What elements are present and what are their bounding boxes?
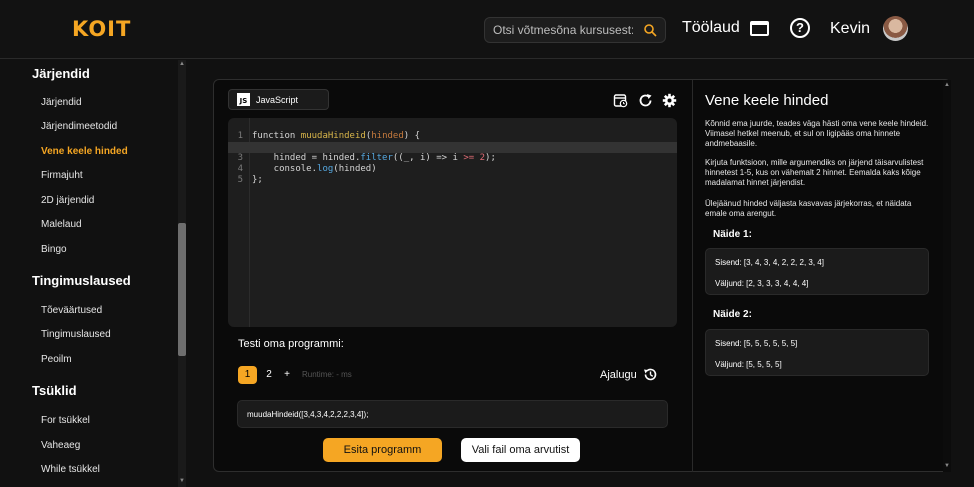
sidebar-item-toevaartused[interactable]: Tõeväärtused	[41, 305, 102, 316]
task-title: Vene keele hinded	[705, 92, 829, 109]
choose-file-button[interactable]: Vali fail oma arvutist	[461, 438, 580, 462]
history-icon	[643, 368, 656, 381]
example-1-input: Sisend: [3, 4, 3, 4, 2, 2, 2, 3, 4]	[715, 258, 824, 267]
panel-divider	[692, 80, 693, 472]
sidebar-item-jarjendid[interactable]: Järjendid	[41, 97, 82, 108]
sidebar-item-malelaud[interactable]: Malelaud	[41, 219, 82, 230]
sidebar-item-peoilm[interactable]: Peoilm	[41, 354, 72, 365]
code-text: };	[252, 175, 263, 185]
example-1-output: Väljund: [2, 3, 3, 3, 4, 4, 4]	[715, 279, 809, 288]
language-label: JavaScript	[256, 94, 299, 105]
search-input[interactable]	[493, 18, 633, 42]
sidebar-heading-tingimuslaused[interactable]: Tingimuslaused	[32, 273, 131, 288]
task-paragraph: Ülejäänud hinded väljasta kasvavas järje…	[705, 199, 912, 218]
test-title: Testi oma programmi:	[238, 338, 344, 350]
logo[interactable]: KOIT	[72, 17, 131, 41]
code-line[interactable]: 2 hinded.sort((a, b) => a - b);	[228, 131, 677, 152]
sidebar: Järjendid Järjendid Järjendimeetodid Ven…	[0, 60, 186, 487]
sidebar-item-vaheaeg[interactable]: Vaheaeg	[41, 440, 80, 451]
reset-icon[interactable]	[638, 93, 653, 108]
task-paragraph: Kirjuta funktsioon, mille argumendiks on…	[705, 158, 924, 187]
submissions-icon[interactable]	[613, 93, 628, 108]
javascript-icon: JS	[237, 93, 250, 106]
test-tab-1[interactable]: 1	[238, 366, 257, 384]
sidebar-heading-tsuklid[interactable]: Tsüklid	[32, 383, 77, 398]
sidebar-heading-jarjendid[interactable]: Järjendid	[32, 66, 90, 81]
runtime-label: Runtime: - ms	[302, 370, 352, 379]
user-name[interactable]: Kevin	[830, 20, 870, 38]
line-number: 5	[237, 175, 243, 185]
history-button[interactable]: Ajalugu	[600, 367, 658, 382]
task-scrollbar[interactable]	[943, 80, 951, 472]
test-tabs: 1 2 +	[238, 366, 293, 384]
dashboard-label: Töölaud	[682, 19, 740, 36]
example-1-title: Näide 1:	[713, 229, 752, 240]
scroll-up-icon[interactable]: ▲	[179, 61, 185, 67]
code-line[interactable]: 5};	[228, 164, 677, 185]
code-line[interactable]: 1 function muudaHindeid(hinded) {	[228, 120, 677, 141]
code-editor[interactable]: 1function muudaHindeid(hinded) { 2 hinde…	[228, 118, 677, 327]
add-test-button[interactable]: +	[281, 366, 293, 384]
sidebar-item-2d-jarjendid[interactable]: 2D järjendid	[41, 195, 94, 206]
history-label: Ajalugu	[600, 368, 637, 381]
example-2-box: Sisend: [5, 5, 5, 5, 5, 5] Väljund: [5, …	[705, 329, 929, 376]
window-icon	[749, 20, 769, 36]
top-header: KOIT Töölaud ? Kevin	[0, 0, 974, 59]
example-2-title: Näide 2:	[713, 309, 752, 320]
search-icon[interactable]	[643, 23, 657, 37]
avatar[interactable]	[883, 16, 908, 41]
scroll-up-icon[interactable]: ▲	[944, 82, 950, 88]
sidebar-item-tingimuslaused[interactable]: Tingimuslaused	[41, 329, 111, 340]
sidebar-item-firmajuht[interactable]: Firmajuht	[41, 170, 83, 181]
sidebar-item-for-tsukkel[interactable]: For tsükkel	[41, 415, 90, 426]
search-box	[484, 17, 666, 43]
sidebar-item-while-tsukkel[interactable]: While tsükkel	[41, 464, 100, 475]
sidebar-item-vene-keele-hinded[interactable]: Vene keele hinded	[41, 146, 128, 157]
task-paragraph: Kõnnid ema juurde, teades väga hästi oma…	[705, 119, 929, 148]
settings-icon[interactable]	[662, 93, 677, 108]
scroll-down-icon[interactable]: ▼	[179, 478, 185, 484]
code-line-highlighted[interactable]: 3 hinded = hinded.filter((_, i) => i >= …	[228, 142, 677, 163]
help-icon[interactable]: ?	[790, 18, 810, 38]
code-line[interactable]: 4 console.log(hinded)	[228, 153, 677, 174]
example-1-box: Sisend: [3, 4, 3, 4, 2, 2, 2, 3, 4] Välj…	[705, 248, 929, 295]
test-tab-2[interactable]: 2	[263, 366, 275, 384]
sidebar-item-jarjendimeetodid[interactable]: Järjendimeetodid	[41, 121, 117, 132]
example-2-output: Väljund: [5, 5, 5, 5]	[715, 360, 782, 369]
sidebar-item-bingo[interactable]: Bingo	[41, 244, 67, 255]
run-program-button[interactable]: Esita programm	[323, 438, 442, 462]
scroll-down-icon[interactable]: ▼	[944, 463, 950, 469]
language-select[interactable]: JS JavaScript	[228, 89, 329, 110]
test-input[interactable]	[237, 400, 668, 428]
sidebar-scrollbar-thumb[interactable]	[178, 223, 186, 356]
example-2-input: Sisend: [5, 5, 5, 5, 5, 5]	[715, 339, 798, 348]
dashboard-link[interactable]: Töölaud	[682, 19, 769, 37]
